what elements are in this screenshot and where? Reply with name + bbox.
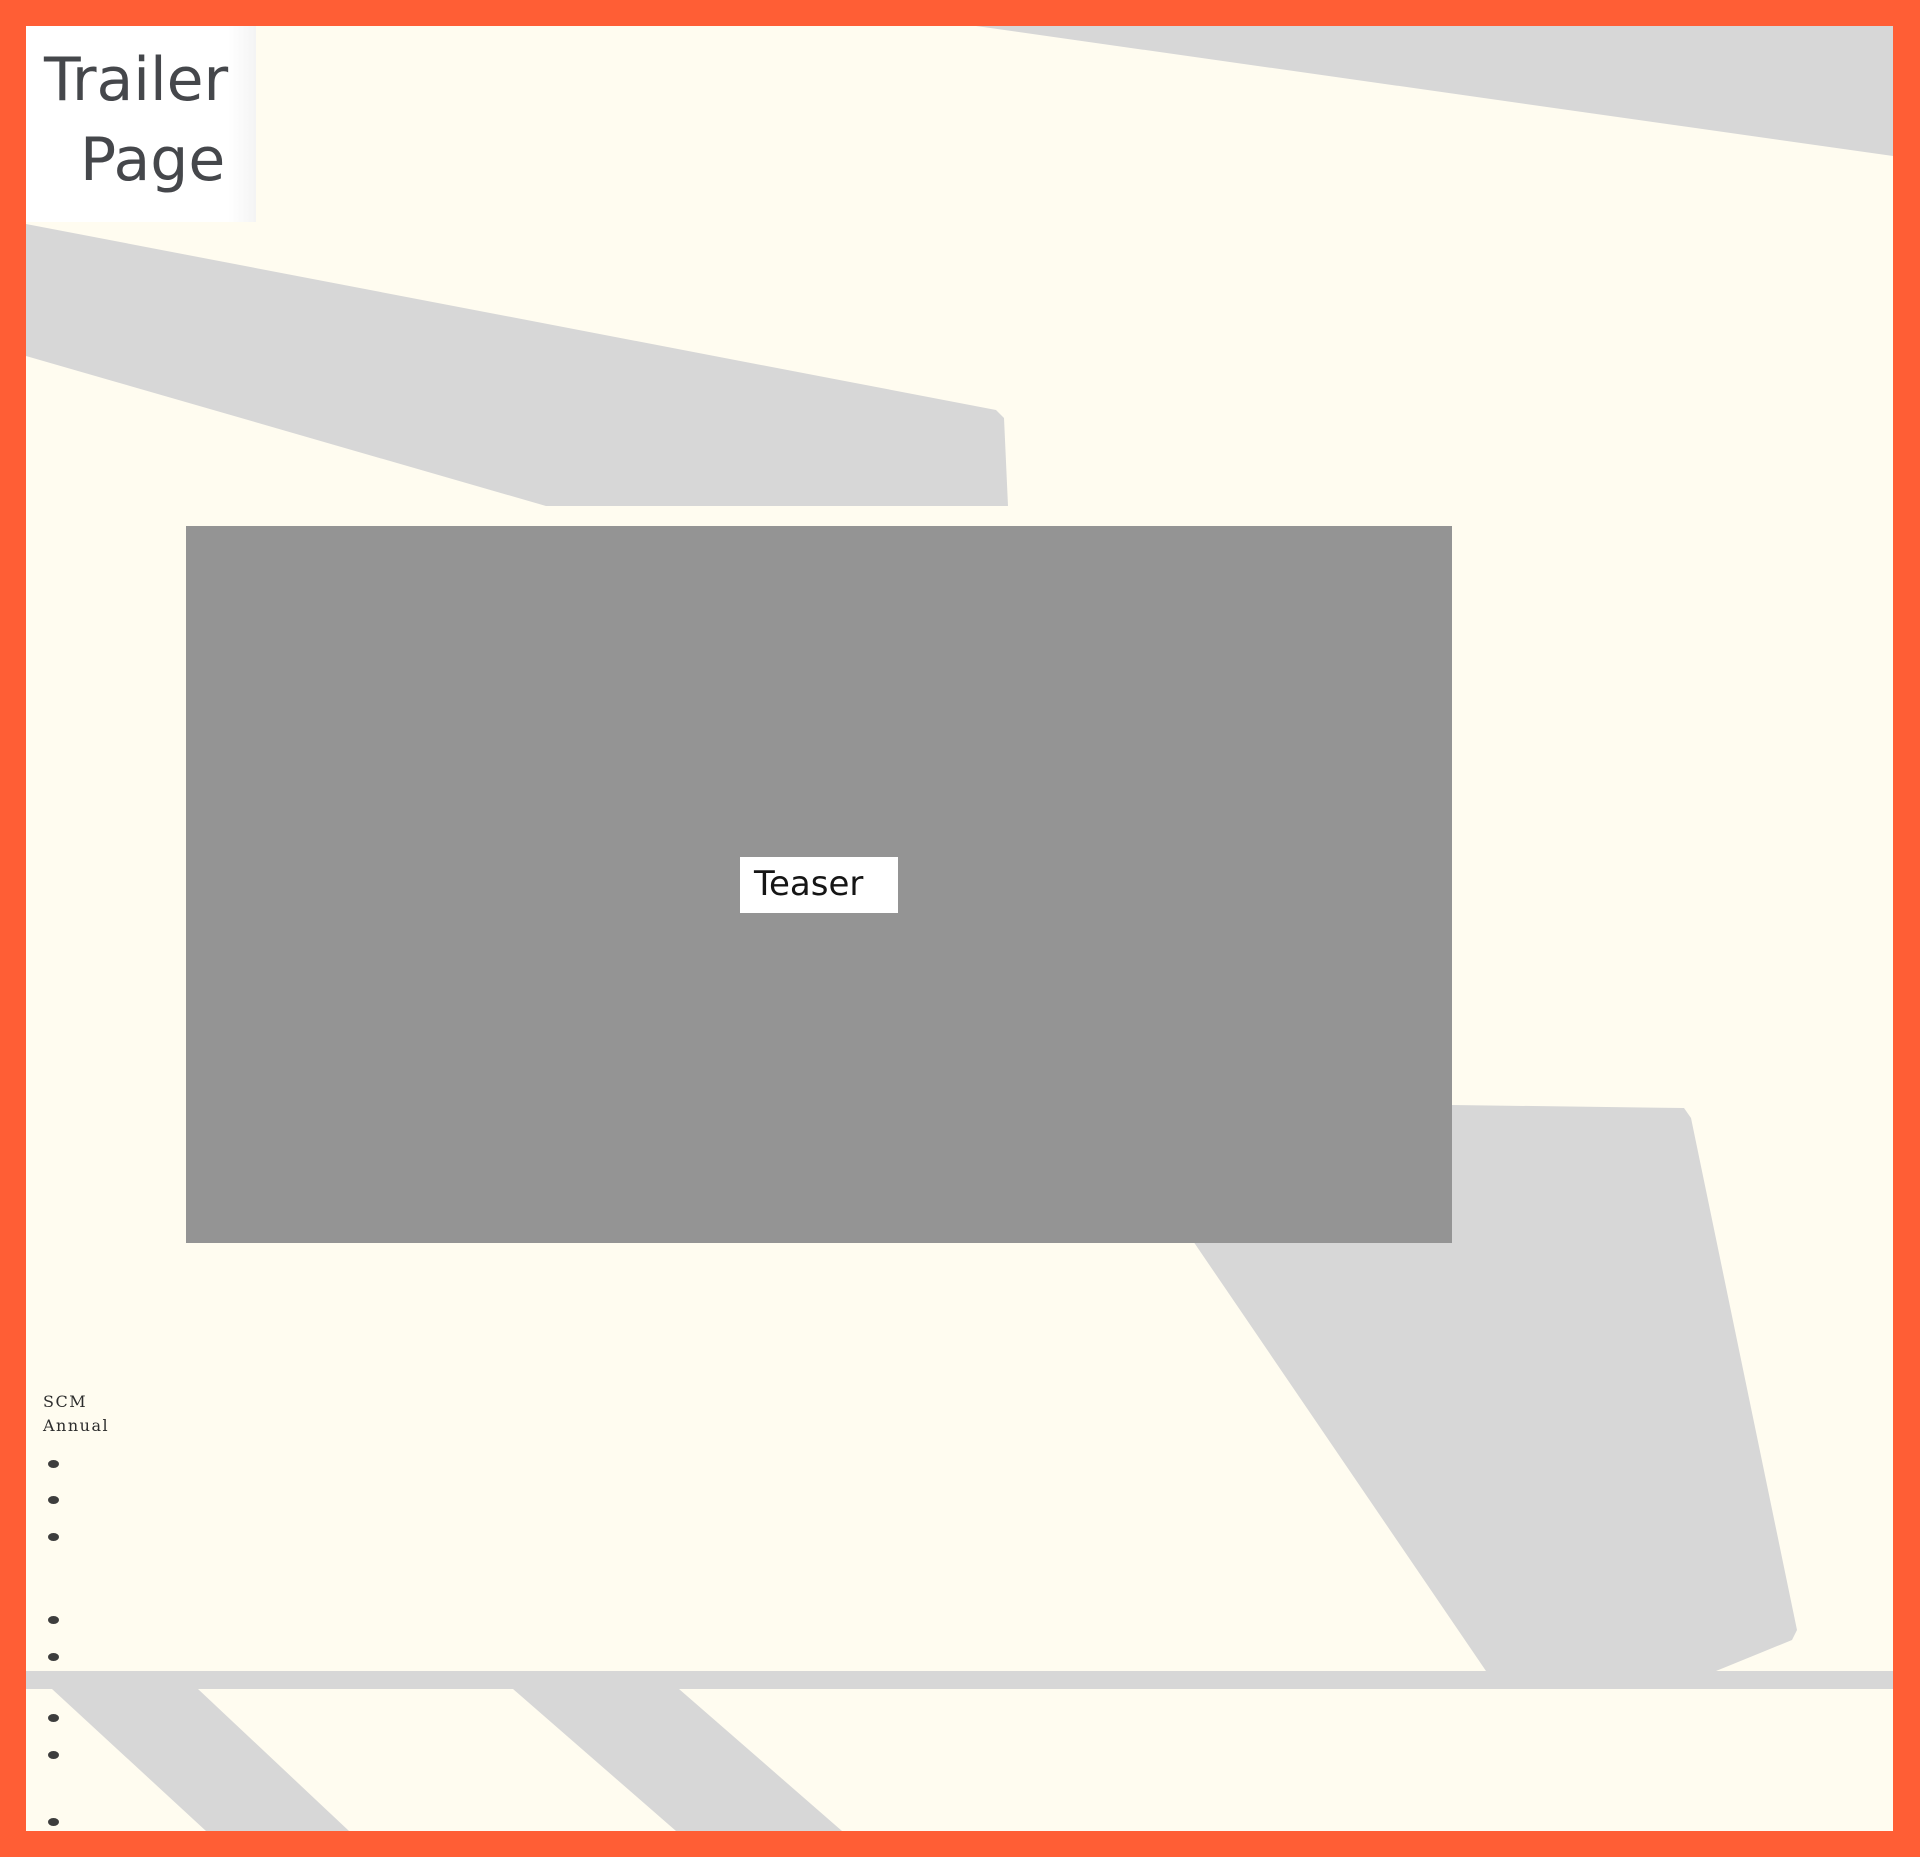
horizontal-divider — [26, 1671, 1893, 1689]
side-menu: SCM Annual — [43, 1390, 163, 1438]
video-player[interactable]: Teaser — [186, 526, 1452, 1243]
menu-bullet[interactable] — [48, 1818, 59, 1826]
menu-bullet[interactable] — [48, 1714, 59, 1722]
menu-bullet[interactable] — [48, 1496, 59, 1504]
top-right-diagonal-band — [976, 26, 1893, 156]
upper-left-diagonal-band — [26, 224, 1008, 506]
page-title-line-1: Trailer — [44, 45, 229, 115]
menu-bullet[interactable] — [48, 1533, 59, 1541]
bottom-stripe-1 — [52, 1689, 349, 1831]
page-frame: Trailer Page Teaser SCM Annual — [0, 0, 1920, 1857]
menu-bullet[interactable] — [48, 1653, 59, 1661]
page-title-box: Trailer Page — [26, 26, 256, 222]
brand-line-1: SCM — [43, 1392, 88, 1411]
menu-bullet[interactable] — [48, 1616, 59, 1624]
teaser-button[interactable]: Teaser — [740, 857, 898, 913]
brand-line-2: Annual — [43, 1416, 110, 1435]
page-title-line-2: Page — [80, 125, 226, 195]
bottom-stripe-2 — [513, 1689, 842, 1831]
teaser-button-label: Teaser — [754, 864, 864, 904]
brand-logo[interactable]: SCM Annual — [43, 1390, 163, 1438]
menu-bullet[interactable] — [48, 1460, 59, 1468]
menu-bullet[interactable] — [48, 1751, 59, 1759]
page-canvas: Trailer Page Teaser SCM Annual — [26, 26, 1893, 1831]
